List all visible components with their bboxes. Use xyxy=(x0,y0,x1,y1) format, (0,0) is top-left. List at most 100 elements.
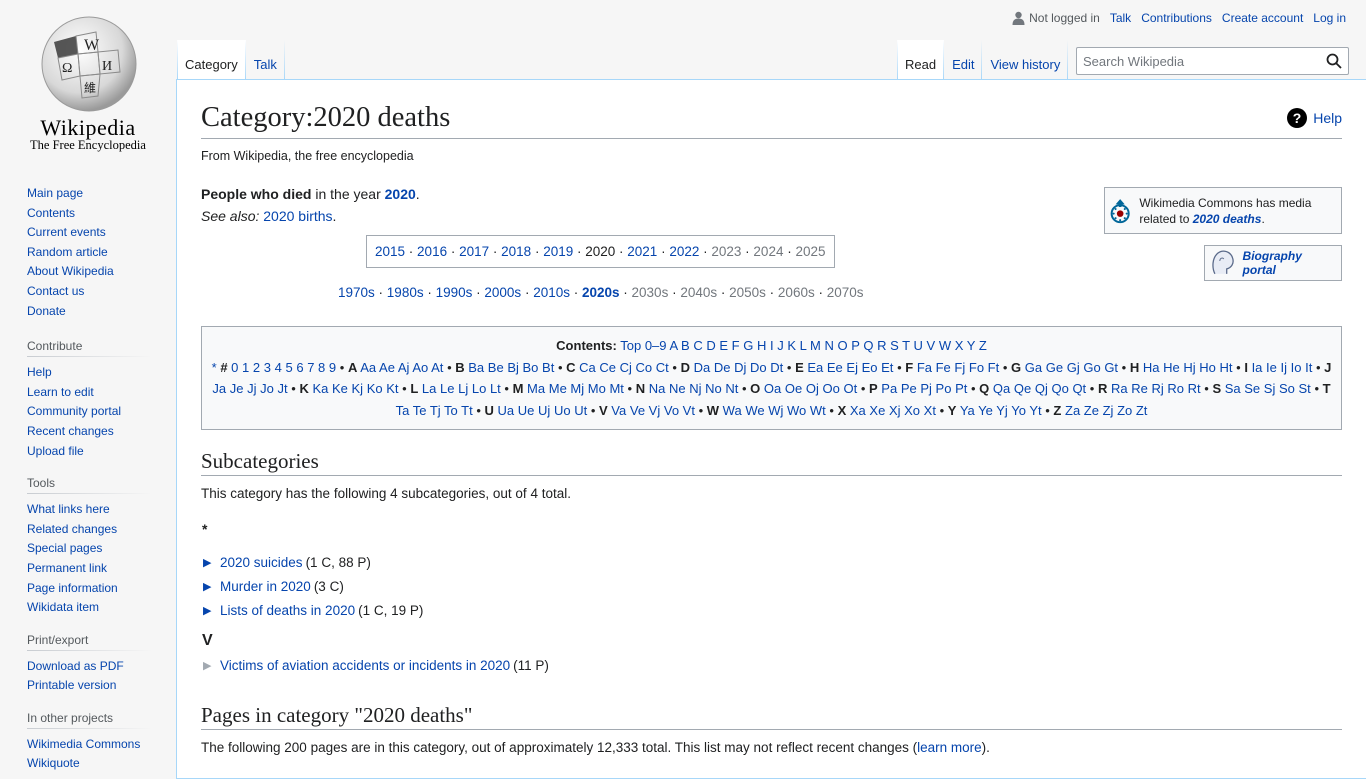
toc-link[interactable]: Be xyxy=(488,360,504,375)
toc-link[interactable]: Xj xyxy=(889,403,901,418)
subcategory-link[interactable]: 2020 suicides xyxy=(220,555,303,570)
toc-link[interactable]: No xyxy=(705,381,722,396)
toc-link[interactable]: Sa xyxy=(1225,381,1241,396)
toc-link[interactable]: Y xyxy=(967,338,975,353)
toc-link[interactable]: Ma xyxy=(527,381,545,396)
toc-link[interactable]: Ee xyxy=(827,360,843,375)
search-icon[interactable] xyxy=(1326,53,1342,69)
toc-link[interactable]: Ye xyxy=(978,403,993,418)
toc-link[interactable]: Po xyxy=(936,381,952,396)
toc-link[interactable]: O xyxy=(838,338,848,353)
toc-link[interactable]: Ij xyxy=(1281,360,1288,375)
sidebar-nav-link[interactable]: About Wikipedia xyxy=(27,264,114,278)
toc-link[interactable]: Lj xyxy=(458,381,468,396)
toc-link[interactable]: Go xyxy=(1083,360,1100,375)
user-talk-link[interactable]: Talk xyxy=(1110,11,1131,25)
decade-link[interactable]: 1980s xyxy=(387,285,424,300)
toc-link[interactable]: I xyxy=(770,338,774,353)
toc-link[interactable]: He xyxy=(1163,360,1180,375)
toc-link[interactable]: F xyxy=(732,338,740,353)
toc-link[interactable]: Fa xyxy=(917,360,932,375)
toc-link[interactable]: Ut xyxy=(574,403,587,418)
toc-link[interactable]: Ra xyxy=(1111,381,1128,396)
toc-link[interactable]: Oa xyxy=(764,381,781,396)
wikipedia-logo[interactable]: W Ω И 維 Wikipedia The Free Encyclopedia xyxy=(0,0,176,160)
toc-link[interactable]: Yj xyxy=(996,403,1008,418)
sidebar-nav-link[interactable]: Main page xyxy=(27,186,83,200)
toc-link[interactable]: To xyxy=(444,403,458,418)
toc-link[interactable]: Qo xyxy=(1051,381,1068,396)
toc-link[interactable]: Pa xyxy=(881,381,897,396)
toc-link[interactable]: De xyxy=(714,360,731,375)
sidebar-tools-link[interactable]: Special pages xyxy=(27,541,102,555)
subcategory-link[interactable]: Victims of aviation accidents or inciden… xyxy=(220,658,510,673)
toc-link[interactable]: Xo xyxy=(904,403,920,418)
toc-link[interactable]: Xt xyxy=(924,403,936,418)
sidebar-nav-link[interactable]: Contact us xyxy=(27,284,84,298)
toc-link[interactable]: N xyxy=(825,338,834,353)
toc-link[interactable]: Uo xyxy=(554,403,571,418)
toc-link[interactable]: 1 xyxy=(242,360,249,375)
toc-link[interactable]: Zj xyxy=(1103,403,1114,418)
contributions-link[interactable]: Contributions xyxy=(1141,11,1212,25)
toc-link[interactable]: It xyxy=(1305,360,1312,375)
toc-link[interactable]: Jo xyxy=(260,381,274,396)
toc-link[interactable]: Ta xyxy=(396,403,410,418)
toc-link[interactable]: Yo xyxy=(1011,403,1026,418)
sidebar-nav-link[interactable]: Random article xyxy=(27,245,108,259)
sidebar-contribute-link[interactable]: Help xyxy=(27,365,52,379)
sidebar-nav-link[interactable]: Contents xyxy=(27,206,75,220)
toc-link[interactable]: Tj xyxy=(430,403,441,418)
expand-arrow-icon[interactable]: ▶ xyxy=(203,580,217,593)
toc-link[interactable]: Kt xyxy=(386,381,398,396)
expand-arrow-icon[interactable]: ▶ xyxy=(203,604,217,617)
toc-link[interactable]: Pj xyxy=(920,381,932,396)
toc-link[interactable]: Lt xyxy=(490,381,501,396)
toc-link[interactable]: Te xyxy=(413,403,427,418)
toc-link[interactable]: W xyxy=(939,338,951,353)
toc-link[interactable]: X xyxy=(955,338,964,353)
tab-view-history[interactable]: View history xyxy=(982,40,1069,80)
toc-link[interactable]: B xyxy=(681,338,690,353)
toc-link[interactable]: Ht xyxy=(1220,360,1233,375)
subcategory-link[interactable]: Lists of deaths in 2020 xyxy=(220,603,355,618)
toc-link[interactable]: * xyxy=(212,360,217,375)
toc-link[interactable]: Ze xyxy=(1084,403,1099,418)
toc-link[interactable]: St xyxy=(1299,381,1311,396)
toc-link[interactable]: Fo xyxy=(969,360,984,375)
toc-link[interactable]: Za xyxy=(1065,403,1080,418)
toc-link[interactable]: Sj xyxy=(1264,381,1276,396)
toc-link[interactable]: 3 xyxy=(264,360,271,375)
decade-link[interactable]: 2000s xyxy=(484,285,521,300)
toc-link[interactable]: Wj xyxy=(768,403,783,418)
biography-portal[interactable]: Biography portal xyxy=(1204,245,1342,281)
sidebar-contribute-link[interactable]: Community portal xyxy=(27,404,121,418)
toc-link[interactable]: Jj xyxy=(247,381,256,396)
learn-more-link[interactable]: learn more xyxy=(917,740,982,755)
toc-link[interactable]: Qj xyxy=(1035,381,1048,396)
toc-link[interactable]: Et xyxy=(881,360,893,375)
toc-link[interactable]: Q xyxy=(863,338,873,353)
toc-link[interactable]: Ba xyxy=(468,360,484,375)
toc-link[interactable]: Do xyxy=(750,360,767,375)
sidebar-tools-link[interactable]: Wikidata item xyxy=(27,600,99,614)
toc-link[interactable]: Jt xyxy=(278,381,288,396)
toc-link[interactable]: S xyxy=(890,338,899,353)
year-link[interactable]: 2022 xyxy=(669,244,699,259)
toc-link[interactable]: Io xyxy=(1291,360,1302,375)
toc-link[interactable]: Na xyxy=(649,381,666,396)
sidebar-nav-link[interactable]: Current events xyxy=(27,225,106,239)
toc-link[interactable]: Z xyxy=(979,338,987,353)
toc-link[interactable]: Ya xyxy=(960,403,975,418)
toc-link[interactable]: Ue xyxy=(518,403,535,418)
toc-link[interactable]: Mj xyxy=(570,381,584,396)
toc-link[interactable]: Ka xyxy=(312,381,328,396)
commons-link[interactable]: 2020 deaths xyxy=(1193,212,1262,226)
expand-arrow-icon[interactable]: ▶ xyxy=(203,556,217,569)
toc-link[interactable]: Ea xyxy=(807,360,823,375)
sidebar-tools-link[interactable]: What links here xyxy=(27,502,110,516)
toc-link[interactable]: Mt xyxy=(609,381,623,396)
toc-link[interactable]: Qe xyxy=(1014,381,1031,396)
toc-link[interactable]: Re xyxy=(1131,381,1148,396)
toc-link[interactable]: Pe xyxy=(901,381,917,396)
